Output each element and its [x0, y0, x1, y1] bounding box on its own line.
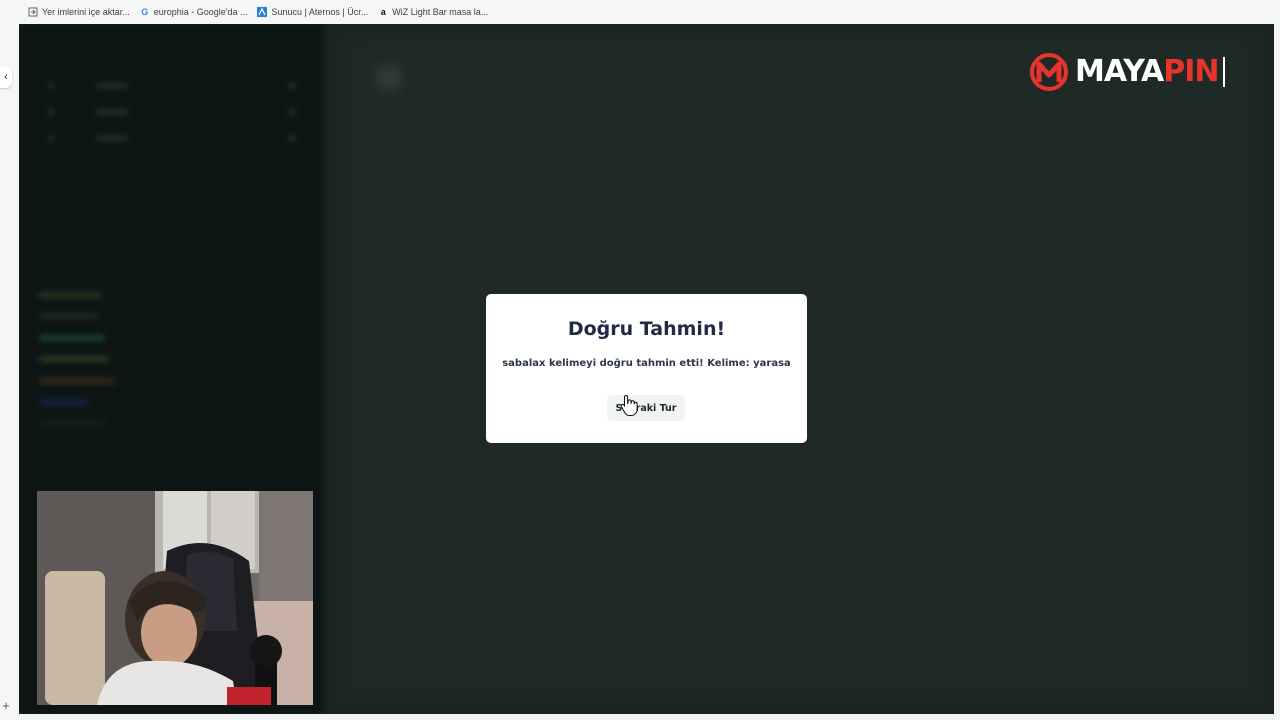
mayapin-logo-icon [1030, 53, 1068, 91]
browser-right-strip [1274, 24, 1280, 720]
bookmarks-bar: Yer imlerini içe aktar... G europhia - G… [0, 0, 1280, 24]
bookmark-label: europhia - Google'da ... [153, 7, 248, 17]
bookmark-import[interactable]: Yer imlerini içe aktar... [28, 7, 130, 17]
webcam-image [37, 491, 313, 705]
game-app: MAYAPIN Doğru Tahmin! sabalax kelimeyi d… [19, 24, 1274, 714]
bookmark-amazon[interactable]: a WiZ Light Bar masa la... [378, 7, 489, 17]
bookmark-label: Yer imlerini içe aktar... [42, 7, 130, 17]
hand-cursor-icon [620, 394, 638, 416]
logo-word-accent: PIN [1163, 54, 1219, 89]
next-round-button[interactable]: Sonraki Tur [607, 395, 685, 421]
collapse-panel-icon[interactable]: ‹ [0, 66, 12, 88]
logo-word-main: MAYA [1075, 54, 1164, 89]
modal-message: sabalax kelimeyi doğru tahmin etti! Keli… [502, 358, 791, 369]
logo-wordmark: MAYAPIN [1075, 52, 1220, 92]
bookmark-label: Sunucu | Aternos | Ücr... [271, 7, 369, 17]
google-icon: G [141, 7, 149, 17]
mayapin-logo: MAYAPIN [1029, 52, 1225, 92]
import-bookmarks-icon [28, 7, 38, 17]
logo-divider [1222, 57, 1225, 87]
browser-left-strip [0, 24, 19, 720]
webcam-overlay [37, 491, 313, 705]
amazon-icon: a [380, 7, 386, 17]
bookmark-aternos[interactable]: Sunucu | Aternos | Ücr... [257, 7, 368, 17]
bookmark-label: WiZ Light Bar masa la... [392, 7, 489, 17]
new-tab-icon[interactable]: + [0, 698, 12, 714]
aternos-icon [257, 7, 268, 17]
bookmark-google[interactable]: G europhia - Google'da ... [140, 7, 248, 17]
modal-title: Doğru Tahmin! [567, 318, 726, 340]
correct-guess-modal: Doğru Tahmin! sabalax kelimeyi doğru tah… [486, 294, 807, 443]
